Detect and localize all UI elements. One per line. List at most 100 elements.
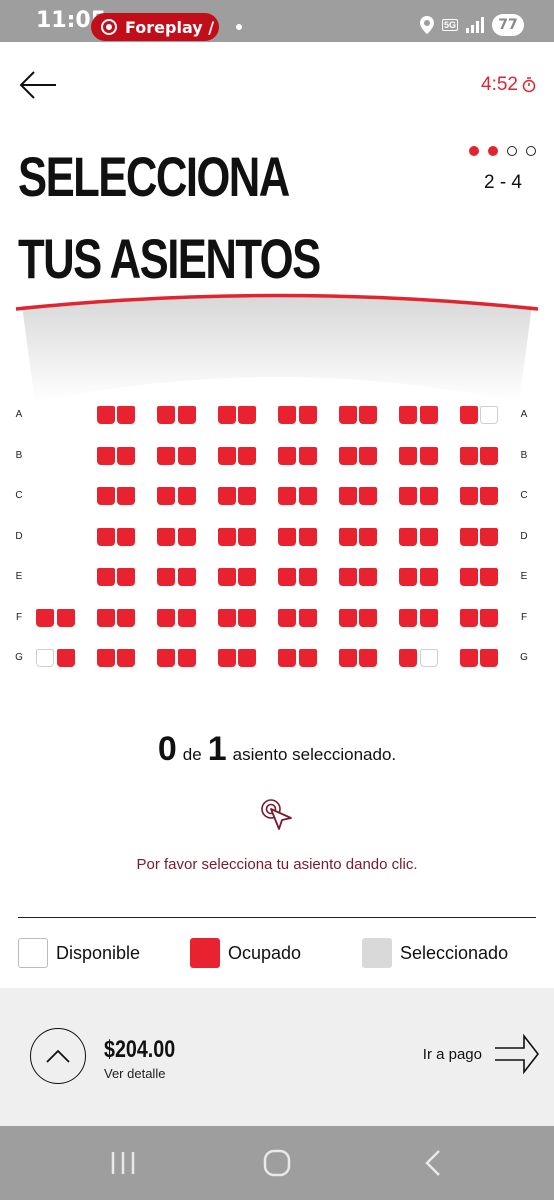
seat-a-6 — [177, 406, 196, 424]
seat-b-12 — [359, 446, 377, 465]
seat-e-6 — [177, 568, 196, 586]
seat-e-14 — [419, 568, 438, 586]
seat-d-8 — [238, 527, 256, 546]
seat-e-15 — [459, 568, 478, 586]
seat-e-8 — [238, 568, 256, 586]
seat-e-3 — [96, 568, 115, 586]
seat-c-16 — [480, 487, 498, 505]
seat-d-4 — [117, 527, 135, 546]
seat-a-16[interactable] — [480, 406, 498, 424]
seat-d-9 — [278, 527, 296, 546]
seat-b-10 — [298, 446, 317, 465]
seat-e-7 — [217, 568, 236, 586]
seat-e-4 — [117, 568, 135, 586]
seat-e-10 — [298, 568, 317, 586]
legend-selected: Seleccionado — [362, 938, 508, 968]
legend-swatch-selected — [362, 938, 392, 968]
selection-counter: 0 de 1 asiento seleccionado. — [0, 730, 554, 769]
seat-g-1[interactable] — [36, 649, 54, 667]
seat-d-15 — [459, 527, 478, 546]
seat-legend: Disponible Ocupado Seleccionado — [0, 938, 554, 970]
seat-a-5 — [157, 406, 175, 424]
seat-g-7 — [217, 649, 236, 667]
seat-map: A A B B C C D D E E F F G G — [0, 0, 554, 700]
seat-f-5 — [157, 608, 175, 627]
seat-c-13 — [399, 487, 417, 505]
checkout-bar: $204.00 Ver detalle Ir a pago — [0, 988, 554, 1126]
seat-d-10 — [298, 527, 317, 546]
pay-label: Ir a pago — [422, 1045, 482, 1063]
legend-available: Disponible — [18, 938, 140, 968]
seat-f-4 — [117, 608, 135, 627]
arrow-right-icon — [495, 1033, 540, 1075]
recent-apps-icon[interactable] — [107, 1148, 139, 1178]
row-label-b-left: B — [15, 449, 23, 461]
system-back-icon[interactable] — [418, 1148, 450, 1178]
seat-a-7 — [217, 406, 236, 424]
row-label-e-left: E — [15, 571, 23, 582]
seat-a-10 — [298, 406, 317, 424]
seat-b-11 — [338, 446, 357, 465]
seat-g-2 — [56, 649, 75, 667]
legend-swatch-available — [18, 938, 48, 968]
seat-b-8 — [238, 446, 256, 465]
seat-f-12 — [359, 608, 377, 627]
seat-a-12 — [359, 406, 377, 424]
seat-c-7 — [217, 487, 236, 505]
home-icon[interactable] — [261, 1148, 293, 1178]
seat-g-8 — [238, 649, 256, 667]
seat-f-8 — [238, 608, 256, 627]
seat-f-9 — [278, 608, 296, 627]
seat-d-11 — [338, 527, 357, 546]
seat-d-12 — [359, 527, 377, 546]
seat-c-14 — [419, 487, 438, 505]
row-label-g-right: G — [520, 652, 528, 663]
chevron-up-icon — [46, 1049, 70, 1063]
seat-c-10 — [298, 487, 317, 505]
seat-b-13 — [399, 446, 417, 465]
seat-g-16 — [480, 649, 498, 667]
seat-g-10 — [298, 649, 317, 667]
seat-f-7 — [217, 608, 236, 627]
seat-a-15 — [459, 406, 478, 424]
seat-c-4 — [117, 487, 135, 505]
seat-g-15 — [459, 649, 478, 667]
seat-g-3 — [96, 649, 115, 667]
seat-f-3 — [96, 608, 115, 627]
seat-b-5 — [157, 446, 175, 465]
seat-e-9 — [278, 568, 296, 586]
divider — [18, 917, 536, 918]
counter-of: de — [182, 745, 202, 764]
expand-detail-button[interactable] — [30, 1028, 86, 1084]
seat-g-14[interactable] — [419, 649, 438, 667]
row-label-f-right: F — [520, 611, 528, 623]
seat-g-4 — [117, 649, 135, 667]
view-detail-link[interactable]: Ver detalle — [104, 1066, 165, 1081]
row-label-d-left: D — [15, 530, 23, 542]
go-to-payment-button[interactable]: Ir a pago — [423, 1032, 540, 1076]
seat-e-16 — [480, 568, 498, 586]
seat-b-3 — [96, 446, 115, 465]
seat-b-15 — [459, 446, 478, 465]
row-label-b-right: B — [520, 449, 528, 461]
row-label-c-right: C — [520, 490, 528, 501]
seat-a-3 — [96, 406, 115, 424]
seat-e-12 — [359, 568, 377, 586]
seat-b-14 — [419, 446, 438, 465]
seat-b-7 — [217, 446, 236, 465]
tap-cursor-icon — [261, 799, 292, 830]
seat-e-11 — [338, 568, 357, 586]
selection-hint: Por favor selecciona tu asiento dando cl… — [136, 856, 418, 873]
seat-d-7 — [217, 527, 236, 546]
seat-g-12 — [359, 649, 377, 667]
seat-c-6 — [177, 487, 196, 505]
seat-f-6 — [177, 608, 196, 627]
row-label-d-right: D — [520, 530, 528, 542]
system-nav-bar — [0, 1126, 554, 1200]
seat-d-3 — [96, 527, 115, 546]
seat-b-9 — [278, 446, 296, 465]
seat-f-2 — [56, 608, 75, 627]
seat-c-3 — [96, 487, 115, 505]
legend-label-occupied: Ocupado — [228, 942, 302, 963]
seat-g-11 — [338, 649, 357, 667]
